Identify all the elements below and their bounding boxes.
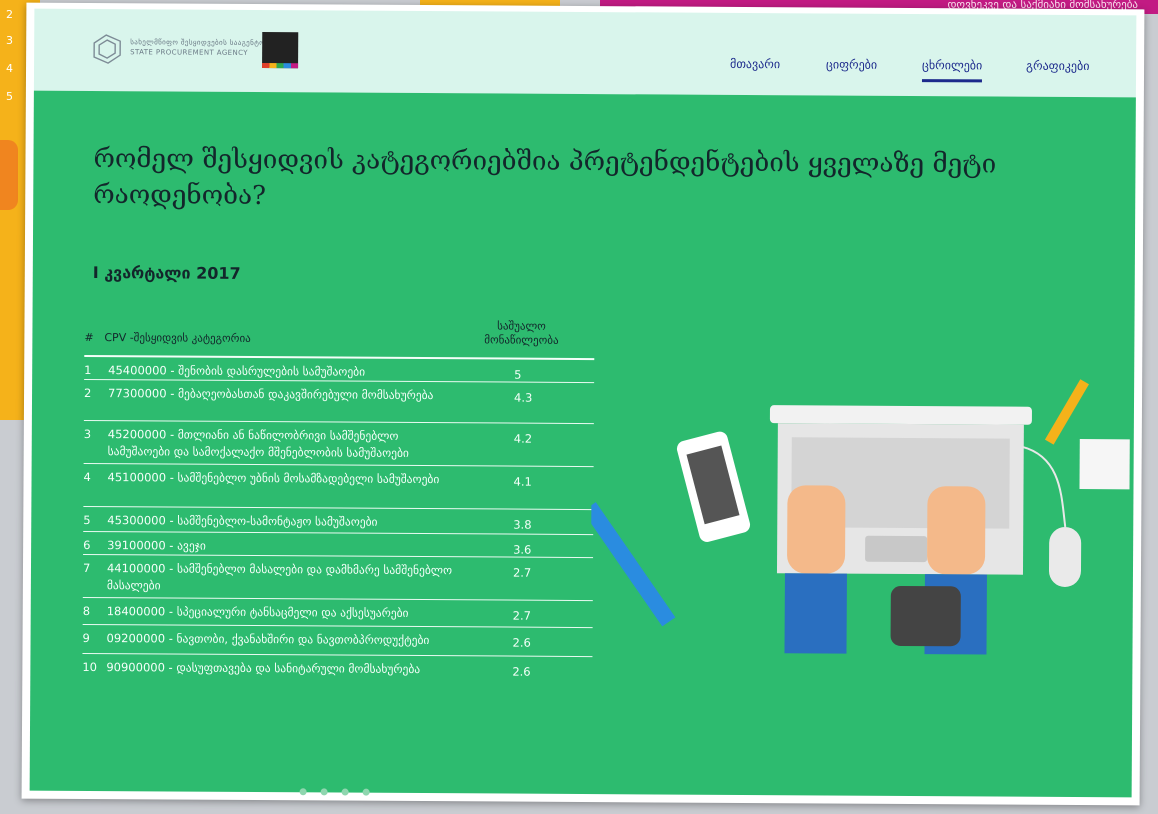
row-value: 3.8 — [513, 517, 532, 532]
table-row: 7 44100000 - სამშენებლო მასალები და დამხ… — [82, 554, 594, 602]
pager-dot[interactable] — [362, 788, 370, 796]
row-number: 2 — [84, 385, 92, 400]
pager-dot[interactable] — [341, 788, 349, 796]
side-number: 5 — [6, 90, 13, 103]
cpv-table: # CPV -შესყიდვის კატეგორია საშუალო მონაწ… — [82, 313, 595, 685]
row-description: 45300000 - სამშენებლო-სამონტაჟო სამუშაოე… — [107, 513, 378, 529]
header-cpv: CPV -შესყიდვის კატეგორია — [104, 331, 251, 345]
row-value: 5 — [514, 367, 522, 382]
row-number: 4 — [83, 469, 91, 484]
row-number: 3 — [83, 426, 92, 441]
side-number: 3 — [6, 34, 13, 47]
table-row: 4 45100000 - სამშენებლო უბნის მოსამზადებ… — [83, 463, 594, 511]
table-header: # CPV -შესყიდვის კატეგორია საშუალო მონაწ… — [84, 313, 594, 356]
partner-logo — [262, 32, 299, 69]
nav-tables[interactable]: ცხრილები — [922, 58, 982, 72]
phone-icon — [676, 431, 751, 542]
note-paper-icon — [1079, 439, 1130, 490]
pencil-icon — [1044, 379, 1089, 445]
row-number: 7 — [82, 560, 91, 575]
row-description: 09200000 - ნავთობი, ქვანახშირი და ნავთობ… — [106, 631, 430, 648]
row-description: 44100000 - სამშენებლო მასალები და დამხმა… — [106, 561, 453, 593]
row-value: 4.3 — [513, 390, 533, 405]
row-value: 2.7 — [512, 608, 532, 623]
row-description: 45200000 - მთლიანი ან ნაწილობრივი სამშენ… — [107, 427, 409, 460]
laptop-illustration — [590, 379, 1130, 655]
side-number: 4 — [6, 62, 13, 75]
nav-graphs[interactable]: გრაფიკები — [1026, 59, 1089, 73]
row-number: 6 — [83, 537, 91, 552]
mouse-icon — [1048, 526, 1082, 587]
nav-figures[interactable]: ციფრები — [826, 57, 877, 71]
row-value: 2.6 — [512, 635, 531, 650]
agency-logo-text: სახელმწიფო შესყიდვების სააგენტო STATE PR… — [130, 37, 265, 58]
header: სახელმწიფო შესყიდვების სააგენტო STATE PR… — [33, 8, 1137, 98]
row-number: 5 — [83, 512, 91, 527]
graphics-tablet-icon — [890, 585, 961, 647]
page-title: რომელ შესყიდვის კატეგორიებშია პრეტენდენტ… — [93, 144, 997, 212]
row-number: 9 — [82, 630, 90, 645]
agency-name-en: STATE PROCUREMENT AGENCY — [130, 48, 248, 57]
row-value: 4.2 — [513, 431, 533, 446]
side-number: 2 — [6, 8, 13, 21]
background-clock-shape — [0, 140, 18, 210]
table-row: 8 18400000 - სპეციალური ტანსაცმელი და აქ… — [82, 597, 593, 629]
row-description: 45100000 - სამშენებლო უბნის მოსამზადებელ… — [107, 470, 440, 487]
row-description: 18400000 - სპეციალური ტანსაცმელი და აქსე… — [106, 604, 409, 620]
row-description: 39100000 - ავეჯი — [107, 538, 206, 553]
pager-dots — [299, 780, 379, 799]
row-value: 3.6 — [513, 542, 532, 557]
slide-frame: სახელმწიფო შესყიდვების სააგენტო STATE PR… — [21, 2, 1145, 806]
header-num: # — [84, 330, 94, 345]
row-value: 4.1 — [513, 474, 532, 489]
table-row: 6 39100000 - ავეჯი 3.6 — [83, 531, 594, 559]
row-description: 45400000 - შენობის დასრულების სამუშაოები — [108, 363, 366, 379]
table-row: 2 77300000 - მებაღეობასთან დაკავშირებული… — [83, 379, 595, 425]
row-value: 2.6 — [512, 664, 531, 679]
row-value: 2.7 — [512, 565, 532, 580]
agency-logo-icon — [93, 34, 121, 64]
table-row: 10 90900000 - დასუფთავება და სანიტარული … — [82, 654, 592, 685]
table-row: 1 45400000 - შენობის დასრულების სამუშაოე… — [84, 356, 595, 384]
table-row: 9 09200000 - ნავთობი, ქვანახშირი და ნავთ… — [82, 624, 593, 658]
main-panel: რომელ შესყიდვის კატეგორიებშია პრეტენდენტ… — [29, 90, 1136, 799]
header-avg: საშუალო მონაწილეობა — [484, 319, 559, 347]
pager-dot[interactable] — [320, 788, 328, 796]
row-description: 90900000 - დასუფთავება და სანიტარული მომ… — [106, 660, 421, 677]
table-row: 5 45300000 - სამშენებლო-სამონტაჟო სამუშა… — [83, 506, 594, 536]
ruler-icon — [590, 502, 676, 627]
page-subtitle: I კვარტალი 2017 — [92, 263, 241, 283]
table-row: 3 45200000 - მთლიანი ან ნაწილობრივი სამშ… — [83, 420, 594, 468]
row-number: 1 — [84, 362, 92, 377]
pager-dot[interactable] — [299, 788, 307, 796]
row-number: 10 — [82, 659, 98, 675]
nav-home[interactable]: მთავარი — [730, 57, 780, 71]
row-description: 77300000 - მებაღეობასთან დაკავშირებული მ… — [108, 386, 434, 403]
row-number: 8 — [82, 603, 91, 618]
